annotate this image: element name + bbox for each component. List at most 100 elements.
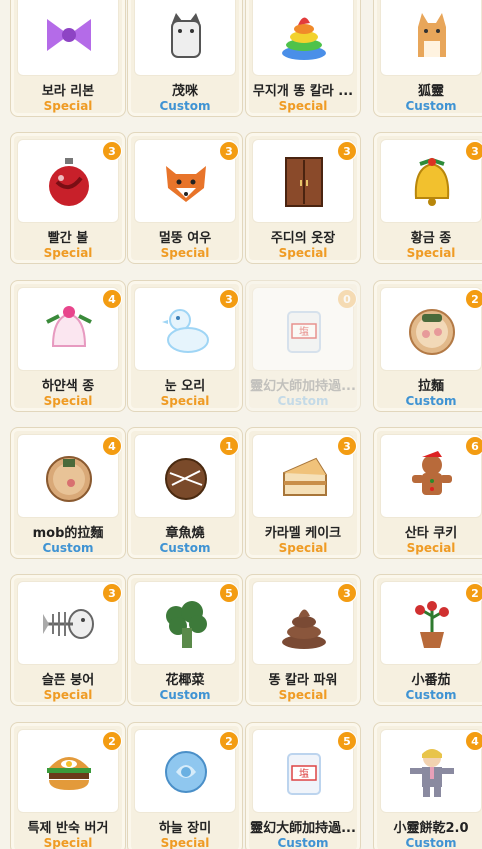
item-card[interactable]: 1 章魚燒 Custom [127, 427, 243, 559]
item-name: 눈 오리 [164, 379, 206, 393]
item-name: 멀뚱 여우 [158, 231, 212, 245]
tomato-plant-icon [415, 601, 449, 648]
count-badge: 2 [465, 289, 482, 309]
item-name: 황금 종 [410, 231, 452, 245]
item-name: 狐靈 [417, 84, 444, 98]
item-type-label: Custom [405, 394, 457, 408]
item-type-label: Custom [159, 688, 211, 702]
item-name: 빨간 볼 [47, 231, 89, 245]
fish-bone-icon [43, 609, 94, 639]
item-name: 하늘 장미 [158, 821, 212, 835]
item-card[interactable]: 塩 5 靈幻大師加持過... Custom [245, 722, 361, 849]
item-card[interactable]: 3 똥 칼라 파워 Special [245, 574, 361, 706]
caramel-cake-icon [283, 457, 327, 496]
item-type-label: Special [43, 688, 93, 702]
item-card[interactable]: 5 花椰菜 Custom [127, 574, 243, 706]
item-name: 똥 칼라 파워 [268, 673, 338, 687]
item-name: 小靈餅乾2.0 [393, 821, 469, 835]
gingerbread-icon [412, 451, 452, 495]
item-name: 산타 쿠키 [404, 526, 458, 540]
fox-icon [166, 166, 206, 202]
item-name: 보라 리본 [41, 84, 95, 98]
rainbow-poop-icon [282, 17, 326, 60]
item-type-label: Custom [405, 99, 457, 113]
item-name: 카라멜 케이크 [264, 526, 342, 540]
snow-duck-icon [162, 309, 209, 353]
item-card[interactable]: 2 小番茄 Custom [373, 574, 482, 706]
man-doll-icon [410, 749, 454, 797]
count-badge: 4 [465, 731, 482, 751]
golden-bell-icon [414, 157, 450, 206]
item-name: 슬픈 붕어 [41, 673, 95, 687]
count-badge: 3 [102, 583, 122, 603]
count-badge: 3 [102, 141, 122, 161]
burger-icon [47, 757, 91, 790]
item-card[interactable]: 3 멀뚱 여우 Special [127, 132, 243, 264]
item-card[interactable]: 보라 리본 Special [10, 0, 126, 117]
item-name: 무지개 똥 칼라 ... [252, 84, 354, 98]
item-name: 靈幻大師加持過... [250, 379, 356, 393]
item-type-label: Special [278, 541, 328, 555]
item-card[interactable]: 4 하얀색 종 Special [10, 280, 126, 412]
item-type-label: Special [43, 99, 93, 113]
count-badge: 5 [337, 731, 357, 751]
item-name: 小番茄 [411, 673, 451, 687]
count-badge: 3 [337, 141, 357, 161]
item-type-label: Special [278, 99, 328, 113]
item-card[interactable]: 3 황금 종 Special [373, 132, 482, 264]
item-grid: 보라 리본 Special 茂咪 Custom 무지개 똥 칼라 ... Special 狐… [0, 0, 482, 849]
item-type-label: Special [278, 246, 328, 260]
white-bell-icon [46, 306, 92, 347]
item-name: 靈幻大師加持過... [250, 821, 356, 835]
wardrobe-icon [285, 157, 323, 207]
item-name: 茂咪 [171, 84, 198, 98]
count-badge: 4 [102, 289, 122, 309]
item-card[interactable]: 3 카라멜 케이크 Special [245, 427, 361, 559]
item-card[interactable]: 무지개 똥 칼라 ... Special [245, 0, 361, 117]
item-type-label: Custom [405, 688, 457, 702]
item-name: 주디의 옷장 [270, 231, 336, 245]
item-type-label: Special [43, 394, 93, 408]
item-card[interactable]: 6 산타 쿠키 Special [373, 427, 482, 559]
item-image [17, 0, 119, 76]
broccoli-icon [166, 601, 207, 648]
item-card[interactable]: 2 하늘 장미 Special [127, 722, 243, 849]
ramen-icon [409, 309, 455, 355]
item-name: 章魚燒 [165, 526, 205, 540]
item-card[interactable]: 茂咪 Custom [127, 0, 243, 117]
item-type-label: Special [278, 688, 328, 702]
count-badge: 6 [465, 436, 482, 456]
item-card[interactable]: 3 주디의 옷장 Special [245, 132, 361, 264]
item-type-label: Special [160, 246, 210, 260]
item-type-label: Special [406, 246, 456, 260]
count-badge: 3 [219, 289, 239, 309]
item-card[interactable]: 3 슬픈 붕어 Special [10, 574, 126, 706]
item-card[interactable]: 塩 0 靈幻大師加持過... Custom [245, 280, 361, 412]
item-card[interactable]: 4 小靈餅乾2.0 Custom [373, 722, 482, 849]
poop-icon [282, 609, 326, 649]
item-card[interactable]: 3 빨간 볼 Special [10, 132, 126, 264]
item-type-label: Special [43, 836, 93, 849]
red-ornament-icon [49, 158, 89, 206]
item-card[interactable]: 狐靈 Custom [373, 0, 482, 117]
svg-text:塩: 塩 [299, 325, 309, 338]
item-card[interactable]: 3 눈 오리 Special [127, 280, 243, 412]
item-name: 특제 반숙 버거 [27, 821, 109, 835]
item-card[interactable]: 2 拉麵 Custom [373, 280, 482, 412]
count-badge: 2 [219, 731, 239, 751]
item-card[interactable]: 4 mob的拉麵 Custom [10, 427, 126, 559]
count-badge: 1 [219, 436, 239, 456]
item-image [134, 0, 236, 76]
item-card[interactable]: 2 특제 반숙 버거 Special [10, 722, 126, 849]
item-name: mob的拉麵 [32, 526, 104, 540]
count-badge: 2 [102, 731, 122, 751]
item-name: 拉麵 [417, 379, 444, 393]
item-type-label: Special [406, 541, 456, 555]
item-type-label: Custom [42, 541, 94, 555]
item-type-label: Special [43, 246, 93, 260]
salt-bag-icon: 塩 [287, 311, 321, 353]
item-name: 花椰菜 [165, 673, 205, 687]
item-image [252, 0, 354, 76]
purple-ribbon-icon [47, 19, 91, 51]
takoyaki-icon [165, 458, 207, 500]
